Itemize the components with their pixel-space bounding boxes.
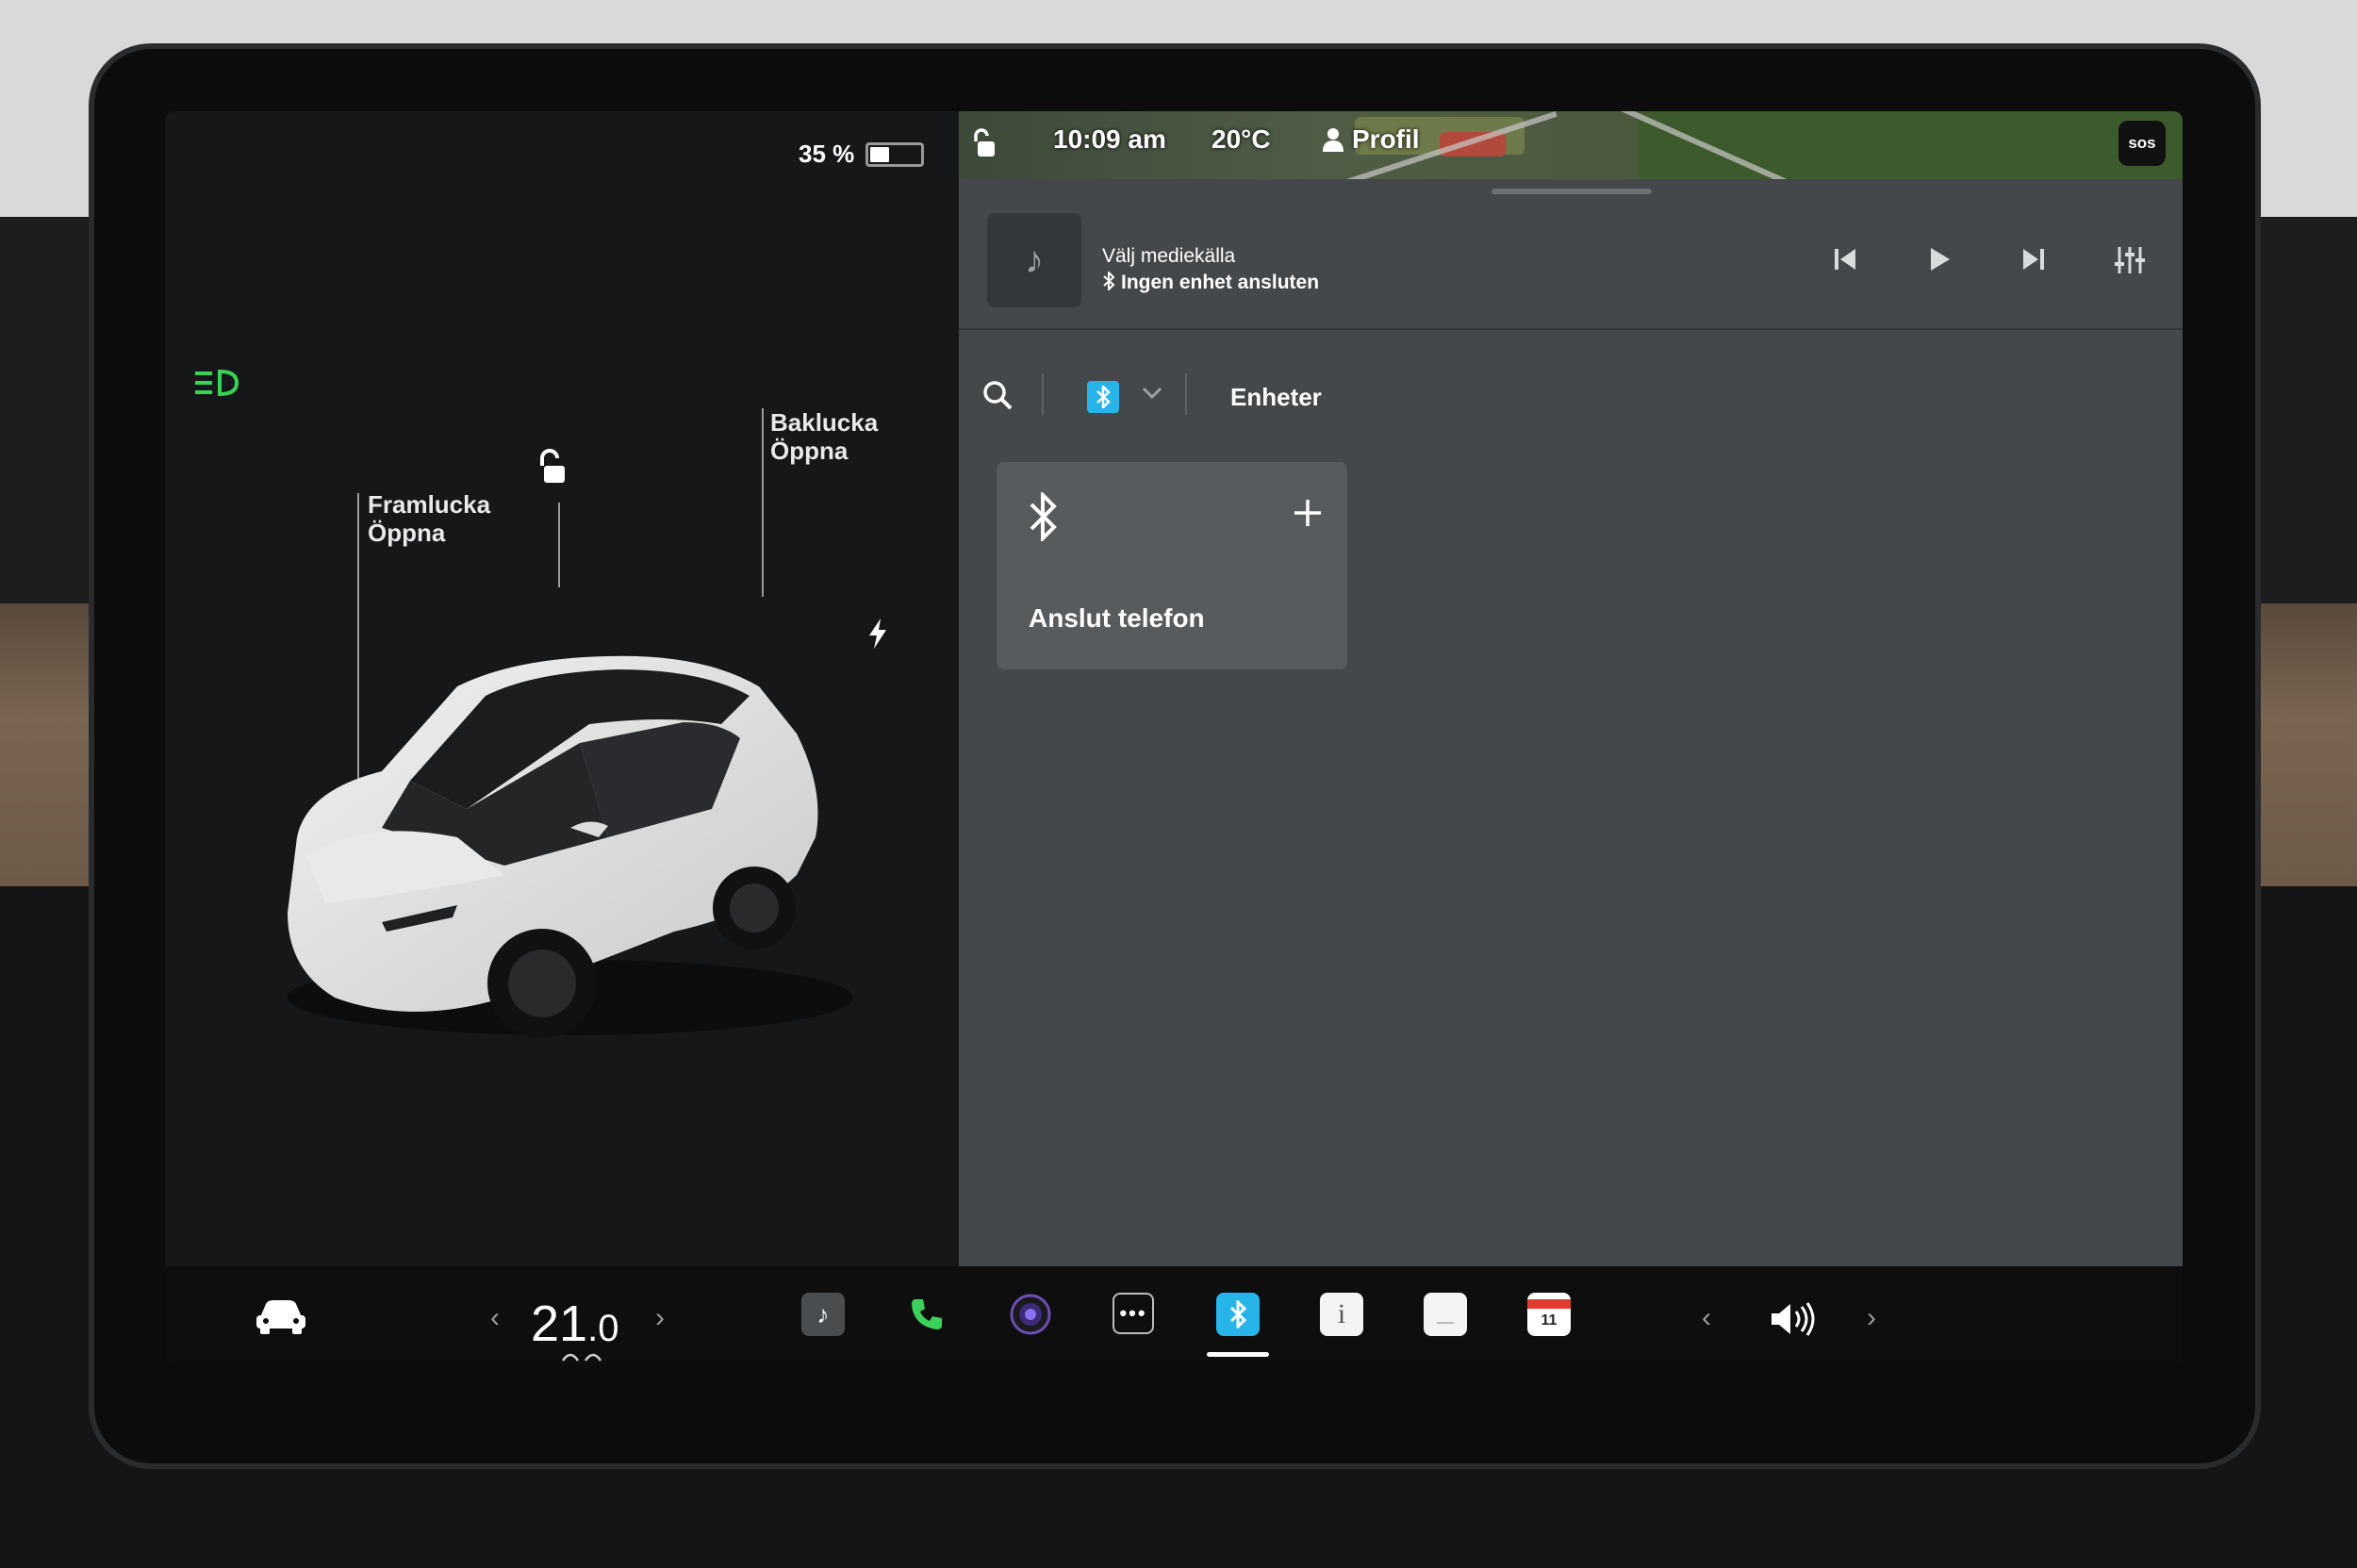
seat-heater-icons[interactable] <box>561 1349 602 1365</box>
headlight-drl-icon <box>191 368 244 406</box>
temp-decimal: .0 <box>587 1308 619 1349</box>
frunk-label: Framlucka <box>368 490 491 519</box>
charge-port-bolt-icon[interactable] <box>867 619 888 656</box>
media-source-title[interactable]: Välj mediekälla <box>1102 245 1235 268</box>
trunk-open-button[interactable]: Öppna <box>770 437 878 465</box>
devices-tab[interactable]: Enheter <box>1230 383 1322 412</box>
frunk-open-button[interactable]: Öppna <box>368 519 490 547</box>
divider <box>1042 373 1044 415</box>
volume-down-chevron-left-icon[interactable]: ‹ <box>1702 1302 1711 1334</box>
battery-status: 35 % <box>799 140 925 169</box>
temp-decrease-chevron-left-icon[interactable]: ‹ <box>490 1302 500 1334</box>
battery-fill <box>870 146 889 162</box>
bluetooth-small-icon <box>1102 270 1115 296</box>
bluetooth-icon <box>1029 490 1057 546</box>
status-bar-map[interactable]: 10:09 am 20°C Profil sos <box>959 111 2183 179</box>
map-forest <box>1638 111 2183 179</box>
calendar-day: 11 <box>1541 1312 1558 1329</box>
battery-icon <box>865 141 925 167</box>
profile-button[interactable]: Profil <box>1322 124 1420 155</box>
play-button[interactable] <box>1925 245 1953 278</box>
bluetooth-toolbar: Enheter <box>959 366 2183 422</box>
bluetooth-source-icon[interactable] <box>1087 381 1119 413</box>
add-icon[interactable] <box>1293 498 1323 533</box>
outside-temperature: 20°C <box>1211 124 1271 154</box>
connect-phone-card[interactable]: Anslut telefon <box>997 462 1347 669</box>
bluetooth-app-icon[interactable] <box>1216 1293 1260 1336</box>
calendar-app-icon[interactable]: 11 <box>1527 1293 1571 1336</box>
car-icon[interactable] <box>255 1298 307 1341</box>
manual-info-app-icon[interactable]: i <box>1320 1293 1363 1336</box>
battery-percent: 35 % <box>799 140 855 168</box>
profile-label: Profil <box>1352 124 1420 154</box>
clock: 10:09 am <box>1053 124 1166 154</box>
calendar-header <box>1527 1299 1571 1309</box>
connect-phone-label: Anslut telefon <box>1029 603 1205 633</box>
unlocked-icon[interactable] <box>535 449 569 491</box>
media-connection-status: Ingen enhet ansluten <box>1102 270 1320 296</box>
sos-button[interactable]: sos <box>2118 121 2166 166</box>
next-track-button[interactable] <box>2019 245 2048 278</box>
more-apps-icon[interactable]: ••• <box>1113 1293 1154 1334</box>
frunk-callout[interactable]: Framlucka Öppna <box>368 490 490 547</box>
divider <box>1185 373 1187 415</box>
media-subtitle: Ingen enhet ansluten <box>1121 272 1320 293</box>
trunk-label: Baklucka <box>770 408 879 437</box>
chevron-down-icon[interactable] <box>1142 387 1162 404</box>
camera-app-icon[interactable] <box>1009 1293 1052 1336</box>
volume-speaker-icon[interactable] <box>1768 1300 1819 1343</box>
previous-track-button[interactable] <box>1831 245 1859 278</box>
lock-status-icon[interactable] <box>970 128 998 165</box>
active-app-indicator <box>1207 1352 1269 1357</box>
media-player: ♪ Välj mediekälla Ingen enhet ansluten <box>959 196 2183 330</box>
album-art-music-note-icon[interactable]: ♪ <box>987 213 1081 307</box>
temp-whole: 21 <box>531 1296 588 1352</box>
drag-handle[interactable] <box>1492 189 1652 194</box>
touchscreen: 35 % Framlucka Öppna Baklucka Öppna 10:0… <box>165 111 2183 1365</box>
car-model-image[interactable] <box>269 554 853 1082</box>
equalizer-settings-icon[interactable] <box>2114 245 2146 280</box>
person-icon <box>1323 128 1343 152</box>
search-icon[interactable] <box>981 379 1014 416</box>
app-panel: 10:09 am 20°C Profil sos ♪ Välj mediekäl… <box>959 111 2183 1266</box>
cabin-temperature[interactable]: 21.0 <box>531 1295 618 1353</box>
car-visualization-panel[interactable]: 35 % Framlucka Öppna Baklucka Öppna <box>165 111 959 1266</box>
bottom-dock: ‹ 21.0 › ♪ ••• i 11 ‹ › <box>165 1266 2183 1365</box>
temp-increase-chevron-right-icon[interactable]: › <box>655 1302 665 1334</box>
music-app-icon[interactable]: ♪ <box>801 1293 845 1336</box>
notepad-app-icon[interactable] <box>1424 1293 1467 1336</box>
trunk-callout[interactable]: Baklucka Öppna <box>770 408 878 465</box>
volume-up-chevron-right-icon[interactable]: › <box>1867 1302 1876 1334</box>
phone-app-icon[interactable] <box>905 1293 948 1336</box>
